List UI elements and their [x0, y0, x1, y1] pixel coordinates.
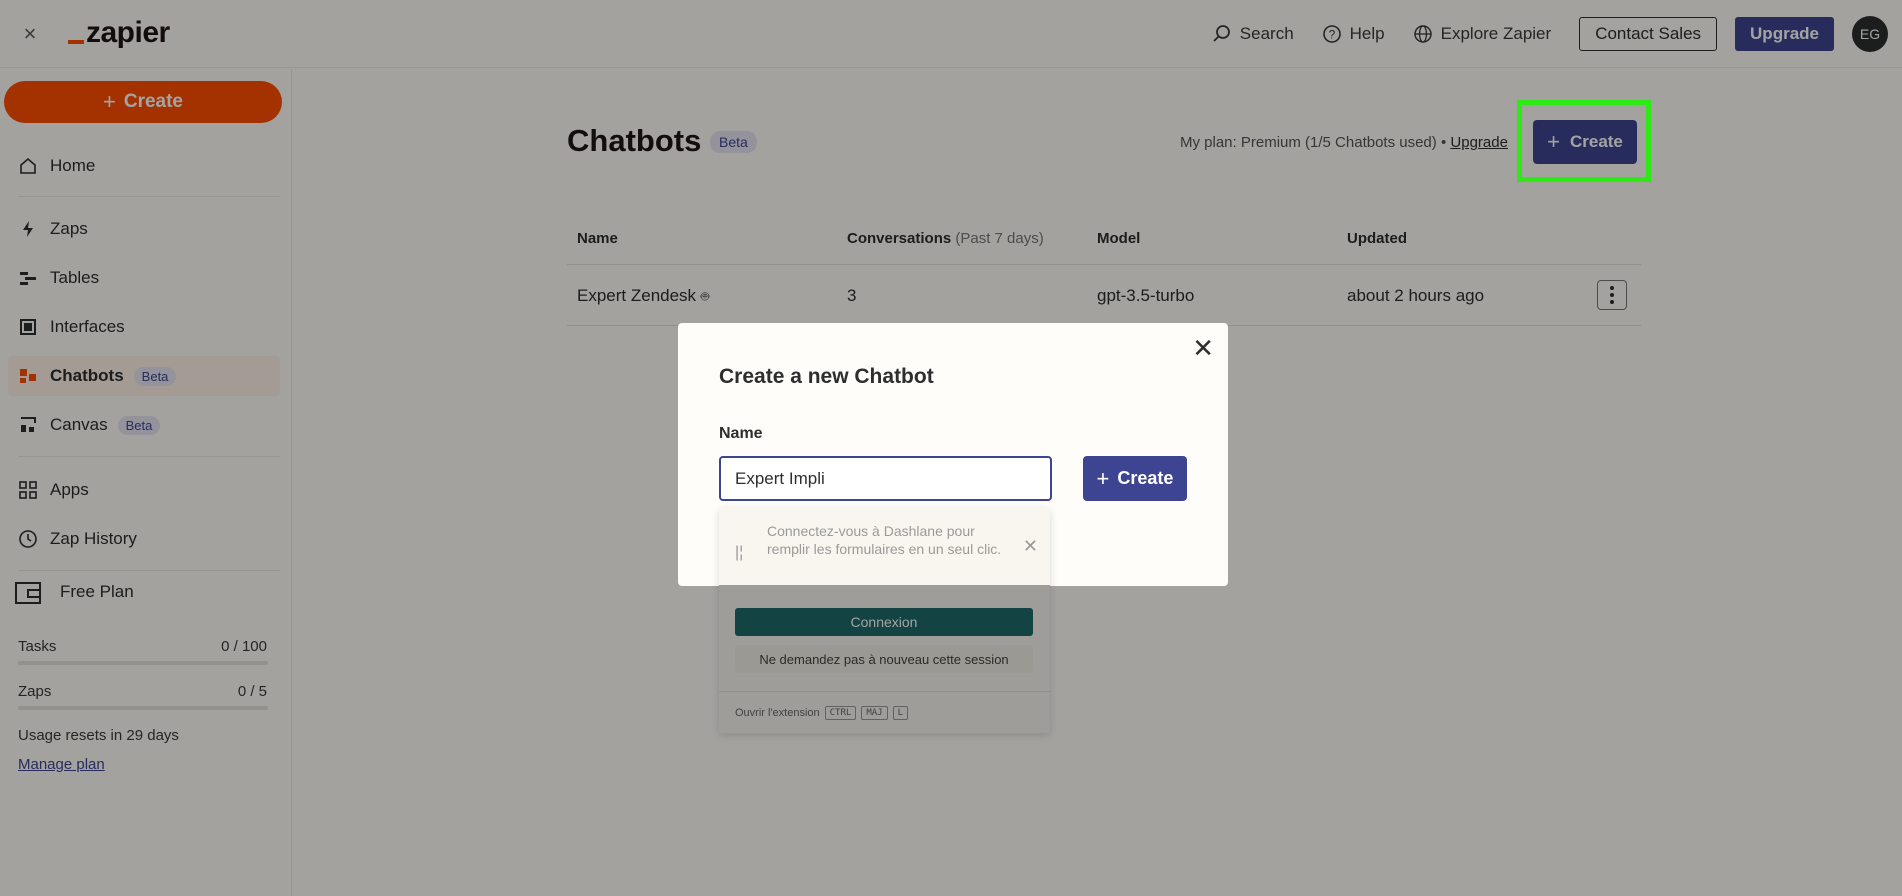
close-icon[interactable]: ✕ [1192, 335, 1214, 361]
dashlane-icon: |¦ [735, 544, 744, 561]
chatbot-name-input[interactable] [719, 456, 1052, 501]
highlight-box [1517, 100, 1651, 182]
close-icon[interactable]: ✕ [1023, 536, 1038, 557]
name-field-label: Name [719, 425, 763, 442]
plus-icon: + [1096, 465, 1110, 491]
dashlane-popup: |¦ Connectez-vous à Dashlane pour rempli… [719, 508, 1050, 733]
dashlane-dim [719, 585, 1050, 733]
modal-title: Create a new Chatbot [719, 365, 934, 388]
dashlane-message: Connectez-vous à Dashlane pour remplir l… [767, 523, 1002, 557]
modal-create-button[interactable]: + Create [1083, 456, 1187, 501]
